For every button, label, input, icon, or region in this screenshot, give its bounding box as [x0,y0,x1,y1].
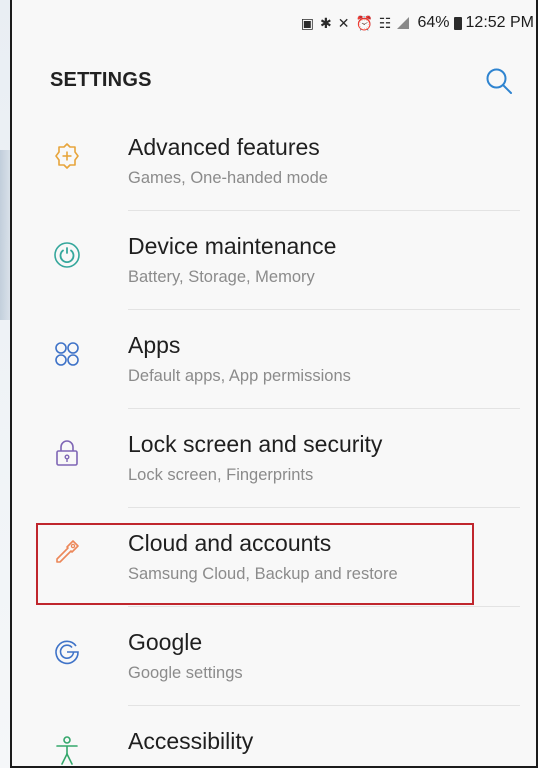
gear-plus-icon [52,141,82,171]
settings-item-device-maintenance[interactable]: Device maintenance Battery, Storage, Mem… [12,211,536,310]
wifi-icon: ☷ [378,14,392,31]
settings-item-apps[interactable]: Apps Default apps, App permissions [12,310,536,409]
accessibility-icon [52,735,82,765]
settings-item-subtitle: Default apps, App permissions [128,367,351,385]
settings-item-google[interactable]: Google Google settings [12,607,536,706]
clock: 12:52 PM [465,14,534,31]
settings-item-accessibility[interactable]: Accessibility [12,706,536,766]
settings-item-subtitle: Samsung Cloud, Backup and restore [128,565,398,583]
settings-item-label: Lock screen and security [128,431,383,457]
status-bar: ▣ ✱ ✕ ⏰ ☷ 64% 12:52 PM [12,0,536,46]
mute-icon: ✕ [337,14,350,31]
settings-item-label: Device maintenance [128,233,337,259]
settings-list: Advanced features Games, One-handed mode… [12,112,536,766]
settings-item-advanced-features[interactable]: Advanced features Games, One-handed mode [12,112,536,211]
settings-item-subtitle: Lock screen, Fingerprints [128,466,314,484]
lock-icon [52,438,82,468]
settings-item-subtitle: Games, One-handed mode [128,169,328,187]
google-icon [52,636,82,666]
battery-percentage: 64% [417,14,450,31]
settings-item-lock-screen[interactable]: Lock screen and security Lock screen, Fi… [12,409,536,508]
settings-item-subtitle: Google settings [128,664,243,682]
key-icon [52,537,82,567]
apps-icon [52,339,82,369]
settings-item-label: Advanced features [128,134,320,160]
page-title: SETTINGS [50,69,152,91]
alarm-icon: ⏰ [355,14,373,31]
settings-item-label: Apps [128,332,181,358]
search-icon[interactable] [484,66,514,96]
phone-screen: ▣ ✱ ✕ ⏰ ☷ 64% 12:52 PM SETTINGS Advanced… [10,0,538,768]
status-icons: ▣ ✱ ✕ ⏰ ☷ [301,15,410,32]
battery-icon [453,16,462,30]
app-bar: SETTINGS [12,52,536,110]
settings-item-subtitle: Battery, Storage, Memory [128,268,315,286]
signal-icon [397,17,410,29]
settings-item-label: Accessibility [128,728,254,754]
bluetooth-icon: ✱ [320,14,332,31]
settings-item-label: Cloud and accounts [128,530,332,556]
maintenance-icon [52,240,82,270]
settings-item-label: Google [128,629,203,655]
settings-item-cloud-accounts[interactable]: Cloud and accounts Samsung Cloud, Backup… [12,508,536,607]
screenshot-icon: ▣ [300,14,315,31]
